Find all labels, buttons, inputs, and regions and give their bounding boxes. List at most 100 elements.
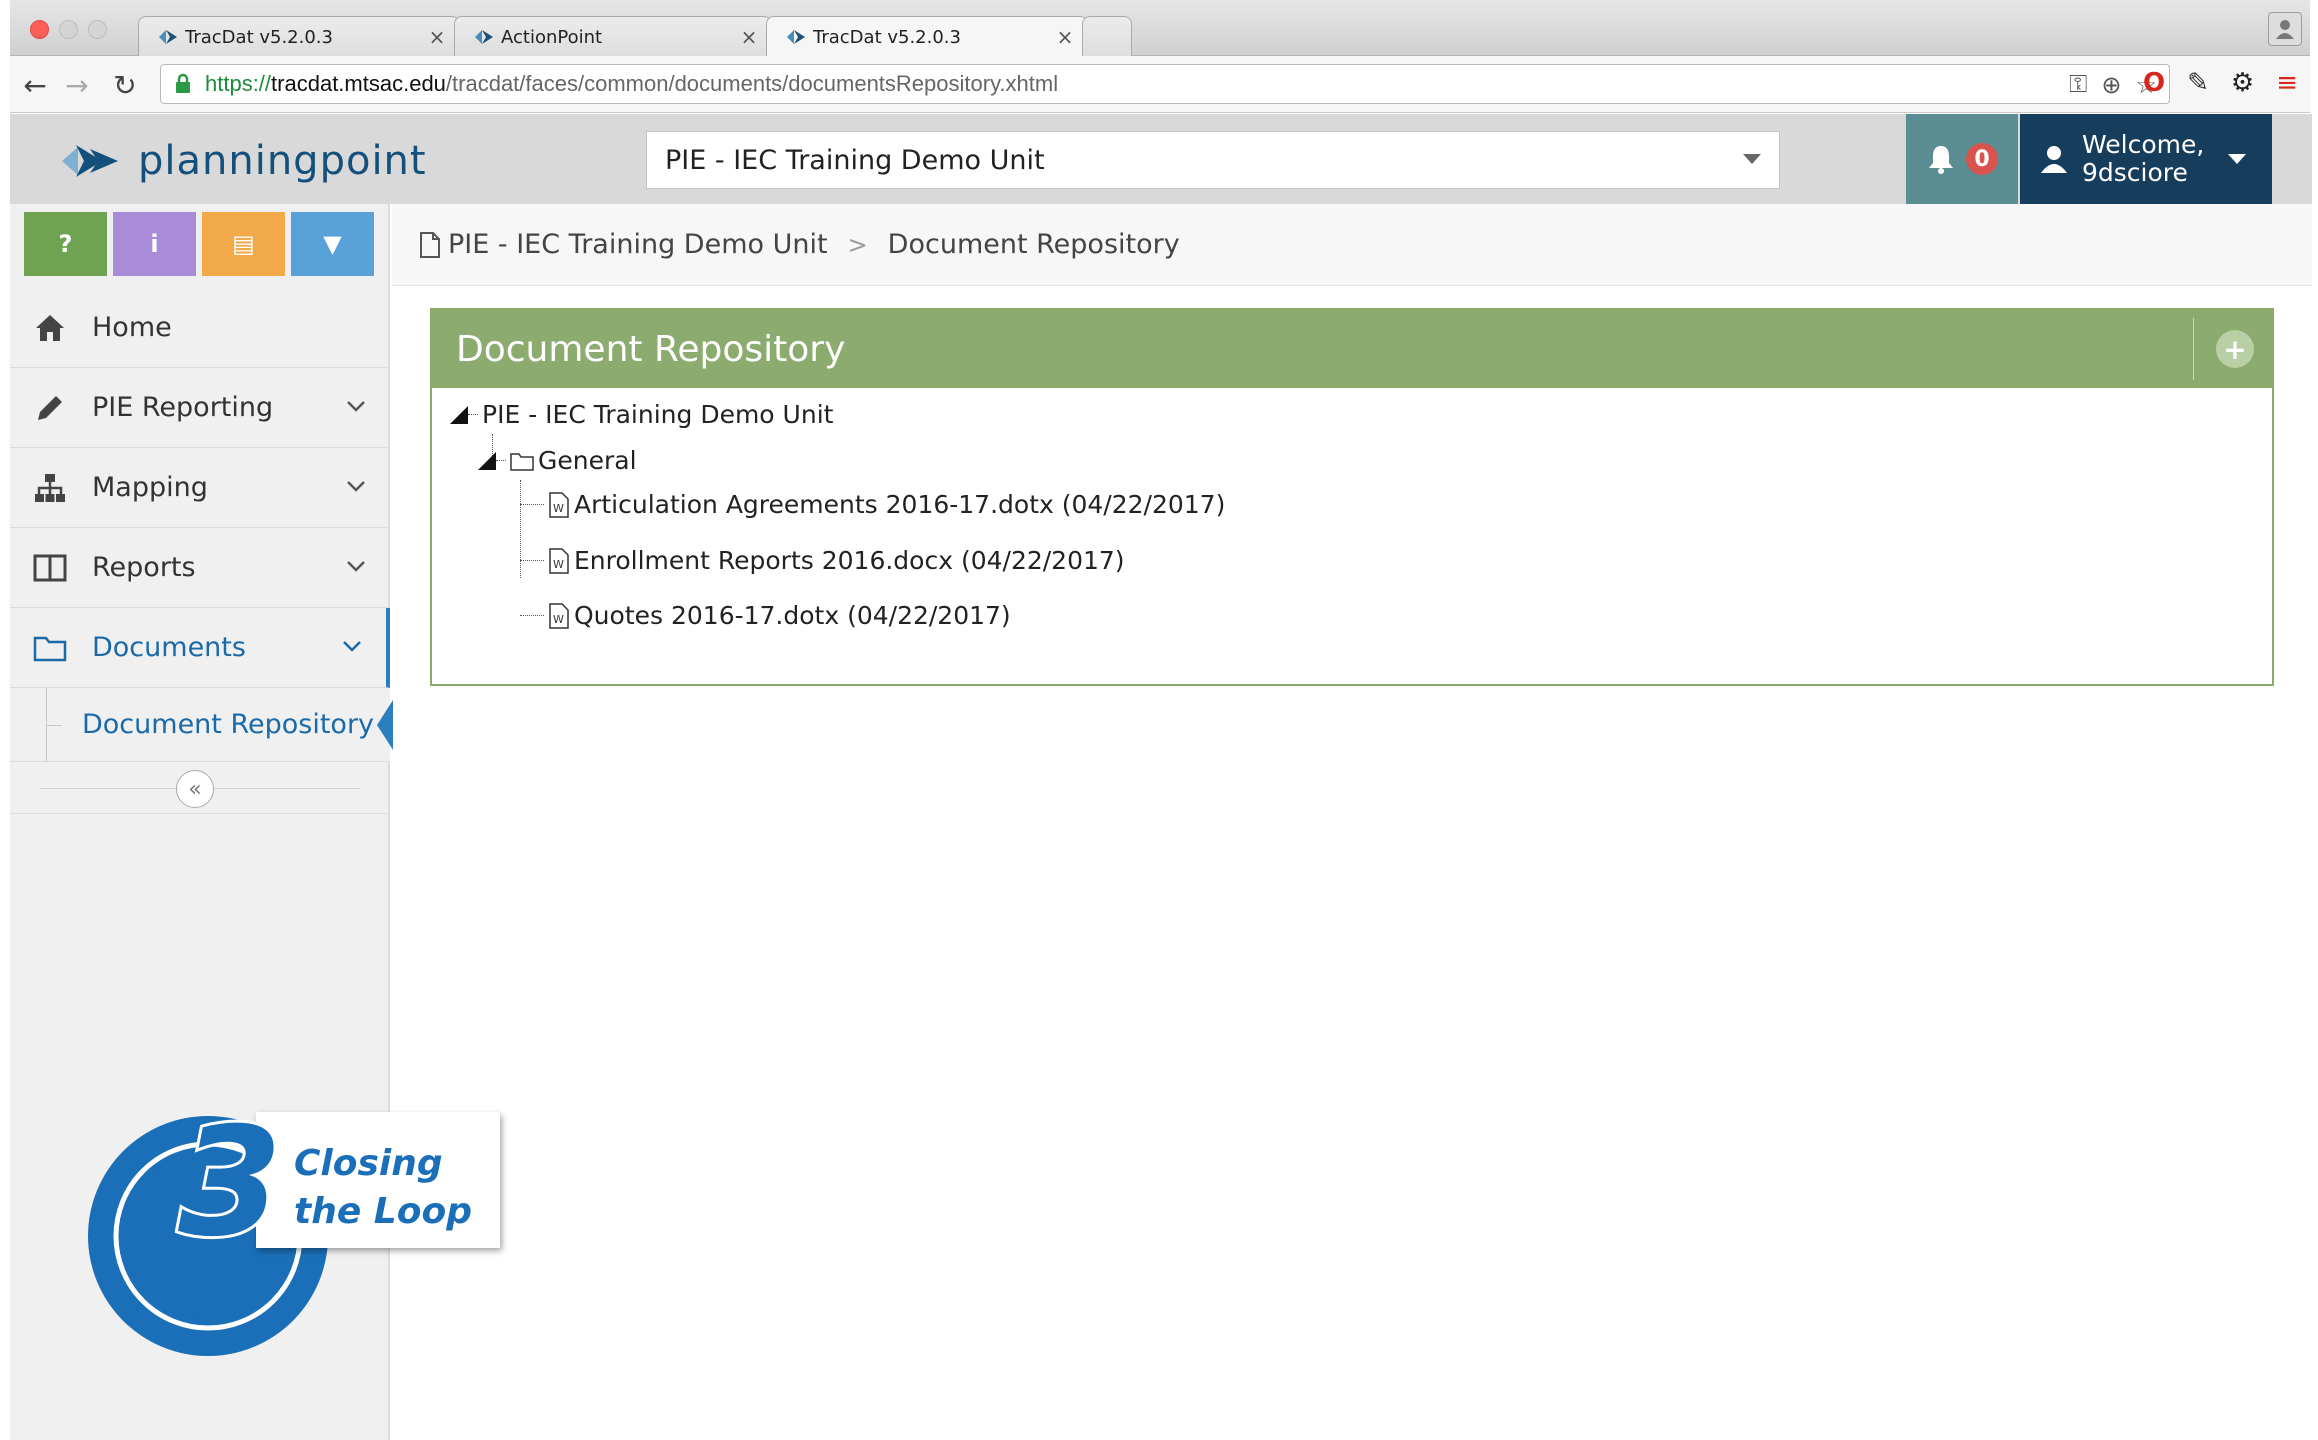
tree-node-label: PIE - IEC Training Demo Unit (482, 400, 834, 429)
tree-node-file[interactable]: W Enrollment Reports 2016.docx (04/22/20… (520, 546, 1125, 575)
tree-node-folder[interactable]: General (478, 446, 637, 475)
profile-icon[interactable] (2268, 12, 2302, 46)
username-label: 9dsciore (2082, 158, 2188, 187)
user-menu-button[interactable]: Welcome, 9dsciore (2020, 114, 2272, 204)
double-chevron-left-icon: « (188, 776, 202, 802)
close-tab-icon[interactable]: × (1055, 25, 1075, 49)
tracdat-favicon-icon (159, 30, 177, 44)
tab-title: TracDat v5.2.0.3 (813, 26, 961, 48)
sidebar-item-reports[interactable]: Reports (10, 528, 390, 608)
eyedropper-extension-icon[interactable]: ✎ (2187, 68, 2209, 98)
filter-button[interactable]: ▼ (291, 212, 374, 276)
chevron-down-icon (347, 401, 365, 412)
tree-node-file[interactable]: W Articulation Agreements 2016-17.dotx (… (520, 490, 1225, 519)
url-scheme: https:// (205, 71, 272, 96)
closing-the-loop-badge: 3 Closing the Loop (86, 1093, 506, 1360)
quick-action-buttons: ? i ▤ ▼ (24, 212, 374, 276)
help-button[interactable]: ? (24, 212, 107, 276)
notes-button[interactable]: ▤ (202, 212, 285, 276)
tree-connector (520, 615, 544, 616)
menu-icon[interactable]: ≡ (2276, 68, 2298, 98)
sidebar-item-documents[interactable]: Documents (10, 608, 390, 688)
folder-icon (510, 452, 534, 471)
help-icon: ? (58, 230, 73, 258)
info-icon: i (150, 230, 159, 258)
sidebar-item-home[interactable]: Home (10, 288, 390, 368)
welcome-label: Welcome, (2082, 130, 2205, 159)
tree-connector (468, 414, 478, 415)
expand-toggle-icon[interactable] (450, 405, 468, 424)
tree-node-label: Enrollment Reports 2016.docx (04/22/2017… (574, 546, 1125, 575)
tree-connector (520, 560, 544, 561)
app-header: planningpoint PIE - IEC Training Demo Un… (10, 114, 2312, 204)
zoom-window-button[interactable] (88, 20, 107, 39)
word-document-icon: W (549, 547, 569, 574)
breadcrumb: PIE - IEC Training Demo Unit > Document … (392, 204, 2312, 286)
panel-title: Document Repository (456, 328, 846, 370)
browser-tab[interactable]: TracDat v5.2.0.3 × (138, 16, 460, 56)
settings-extension-icon[interactable]: ⚙ (2231, 68, 2254, 98)
logo-text: planningpoint (138, 138, 427, 184)
sidebar-item-label: Mapping (92, 472, 208, 503)
close-tab-icon[interactable]: × (739, 25, 759, 49)
divider (2193, 318, 2194, 380)
close-window-button[interactable] (30, 20, 49, 39)
tab-title: TracDat v5.2.0.3 (185, 26, 333, 48)
filter-icon: ▼ (323, 230, 342, 258)
unit-select-value: PIE - IEC Training Demo Unit (665, 144, 1045, 176)
sidebar-subitem-label: Document Repository (82, 709, 375, 740)
panel-header: Document Repository + (432, 310, 2272, 388)
sidebar-item-mapping[interactable]: Mapping (10, 448, 390, 528)
new-tab-button[interactable] (1082, 16, 1132, 56)
breadcrumb-separator: > (847, 230, 868, 259)
chevron-down-icon (2228, 154, 2246, 164)
breadcrumb-page: Document Repository (887, 229, 1180, 260)
opera-extension-icon[interactable]: O (2143, 68, 2165, 98)
address-bar[interactable]: https://tracdat.mtsac.edu/tracdat/faces/… (160, 64, 2170, 104)
notification-count-badge: 0 (1966, 143, 1998, 175)
notifications-button[interactable]: 0 (1906, 114, 2018, 204)
tree-connector (496, 460, 506, 461)
add-document-button[interactable]: + (2216, 330, 2254, 368)
collapse-sidebar-button[interactable]: « (176, 770, 214, 808)
collapse-row: « (10, 762, 390, 814)
sidebar-item-label: Documents (92, 632, 246, 663)
notes-icon: ▤ (232, 230, 255, 258)
word-document-icon: W (549, 491, 569, 518)
browser-tab-active[interactable]: TracDat v5.2.0.3 × (766, 16, 1088, 56)
minimize-window-button[interactable] (59, 20, 78, 39)
folder-icon (32, 630, 68, 666)
forward-arrow-icon[interactable]: → (60, 68, 94, 102)
chevron-down-icon (347, 481, 365, 492)
sidebar-subitem-document-repository[interactable]: Document Repository (10, 688, 393, 762)
sitemap-icon (32, 470, 68, 506)
tracdat-favicon-icon (787, 30, 805, 44)
svg-text:W: W (553, 613, 564, 626)
zoom-icon[interactable]: ⊕ (2101, 71, 2121, 100)
badge-line2: the Loop (294, 1191, 472, 1232)
svg-text:W: W (553, 502, 564, 515)
back-arrow-icon[interactable]: ← (18, 68, 52, 102)
close-tab-icon[interactable]: × (427, 25, 447, 49)
browser-tab[interactable]: ActionPoint × (454, 16, 772, 56)
document-repository-panel: Document Repository + PIE - IEC Training… (430, 308, 2274, 686)
tree-node-file[interactable]: W Quotes 2016-17.dotx (04/22/2017) (520, 601, 1011, 630)
svg-text:W: W (553, 558, 564, 571)
unit-select[interactable]: PIE - IEC Training Demo Unit (646, 131, 1780, 189)
sidebar-item-pie-reporting[interactable]: PIE Reporting (10, 368, 390, 448)
tree-node-root[interactable]: PIE - IEC Training Demo Unit (450, 400, 833, 429)
breadcrumb-unit[interactable]: PIE - IEC Training Demo Unit (448, 229, 828, 260)
url-path: /tracdat/faces/common/documents/document… (445, 71, 1059, 96)
pencil-icon (32, 390, 68, 426)
key-icon[interactable]: ⚿ (2069, 71, 2087, 100)
reload-icon[interactable]: ↻ (108, 68, 142, 102)
planningpoint-logo-icon (62, 145, 118, 177)
info-button[interactable]: i (113, 212, 196, 276)
tree-connector (46, 725, 62, 726)
browser-tab-bar: TracDat v5.2.0.3 × ActionPoint × TracDat… (10, 0, 2310, 56)
expand-toggle-icon[interactable] (478, 451, 496, 470)
bell-icon (1929, 146, 1953, 174)
sidebar-item-label: PIE Reporting (92, 392, 274, 423)
planningpoint-logo[interactable]: planningpoint (56, 136, 427, 186)
tree-connector (520, 504, 544, 505)
